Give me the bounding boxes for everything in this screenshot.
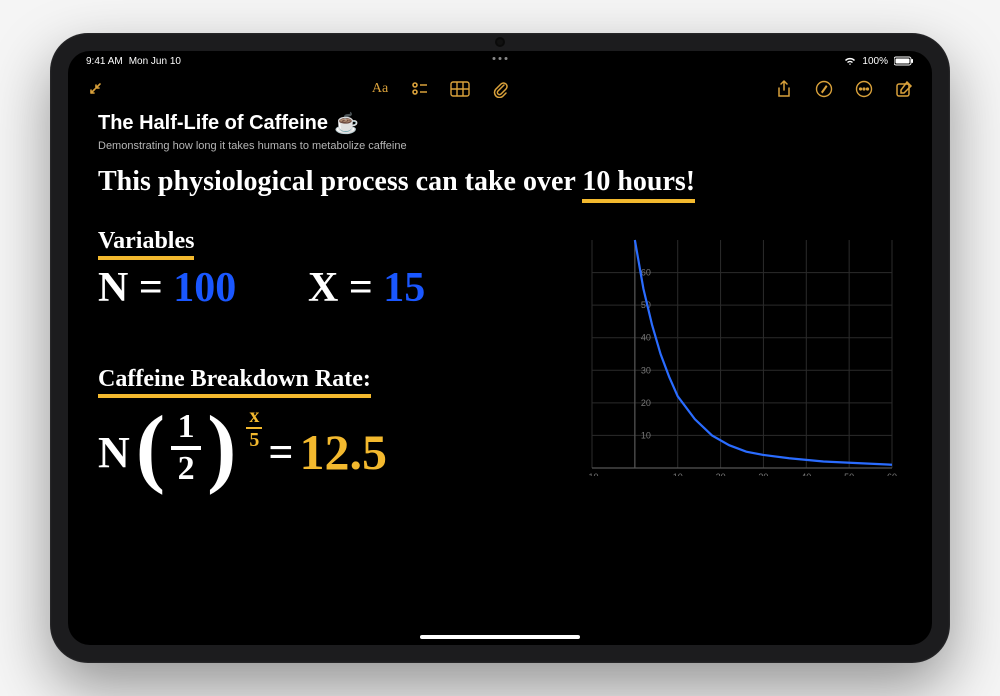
status-left: 9:41 AM Mon Jun 10 [86,56,181,67]
note-content: The Half-Life of Caffeine ☕ Demonstratin… [68,107,932,626]
status-time: 9:41 AM [86,56,123,67]
more-icon[interactable] [854,79,874,99]
home-indicator[interactable] [420,635,580,639]
note-subtitle: Demonstrating how long it takes humans t… [98,140,902,152]
compose-icon[interactable] [894,79,914,99]
var-n: N = 100 [98,264,236,312]
rate-label: Caffeine Breakdown Rate: [98,366,371,398]
paren-left: ( [136,417,165,479]
svg-text:20: 20 [716,472,726,476]
multitask-dots[interactable] [493,57,508,60]
variables-label: Variables [98,228,194,260]
paperclip-icon[interactable] [490,79,510,99]
wifi-icon [844,56,856,66]
font-icon[interactable]: Aa [370,79,390,99]
camera-notch [497,39,503,45]
eq-result: 12.5 [299,423,387,481]
battery-icon [894,56,914,66]
ipad-frame: 9:41 AM Mon Jun 10 100% [50,33,950,663]
svg-text:40: 40 [641,333,651,343]
svg-text:60: 60 [887,472,897,476]
svg-text:40: 40 [801,472,811,476]
handwriting-area[interactable]: This physiological process can take over… [98,166,902,626]
svg-text:30: 30 [641,365,651,375]
paren-right: ) [207,417,236,479]
eq-exponent: x 5 [246,406,262,451]
svg-text:20: 20 [641,398,651,408]
note-title: The Half-Life of Caffeine ☕ [98,111,902,136]
svg-text:-10: -10 [585,472,598,476]
eq-equals: = [268,427,293,478]
screen: 9:41 AM Mon Jun 10 100% [68,51,932,645]
share-icon[interactable] [774,79,794,99]
svg-text:60: 60 [641,268,651,278]
svg-text:50: 50 [844,472,854,476]
svg-text:10: 10 [641,430,651,440]
coffee-emoji: ☕ [334,111,359,136]
table-icon[interactable] [450,79,470,99]
checklist-icon[interactable] [410,79,430,99]
note-title-text: The Half-Life of Caffeine [98,112,328,135]
svg-text:30: 30 [758,472,768,476]
toolbar: Aa [68,71,932,107]
status-right: 100% [844,56,914,67]
battery-pct: 100% [862,56,888,67]
headline: This physiological process can take over… [98,166,695,203]
eq-fraction: 1 2 [171,410,201,486]
status-bar: 9:41 AM Mon Jun 10 100% [68,51,932,71]
collapse-icon[interactable] [86,79,106,99]
headline-em: 10 hours! [582,166,695,203]
headline-pre: This physiological process can take over [98,166,582,197]
status-date: Mon Jun 10 [129,56,181,67]
markup-icon[interactable] [814,79,834,99]
svg-text:10: 10 [673,472,683,476]
decay-chart: -10102030405060102030405060 [582,236,902,476]
equation: N ( 1 2 ) x 5 = 12.5 [98,414,387,490]
var-x: X = 15 [308,264,425,312]
eq-n: N [98,427,130,478]
